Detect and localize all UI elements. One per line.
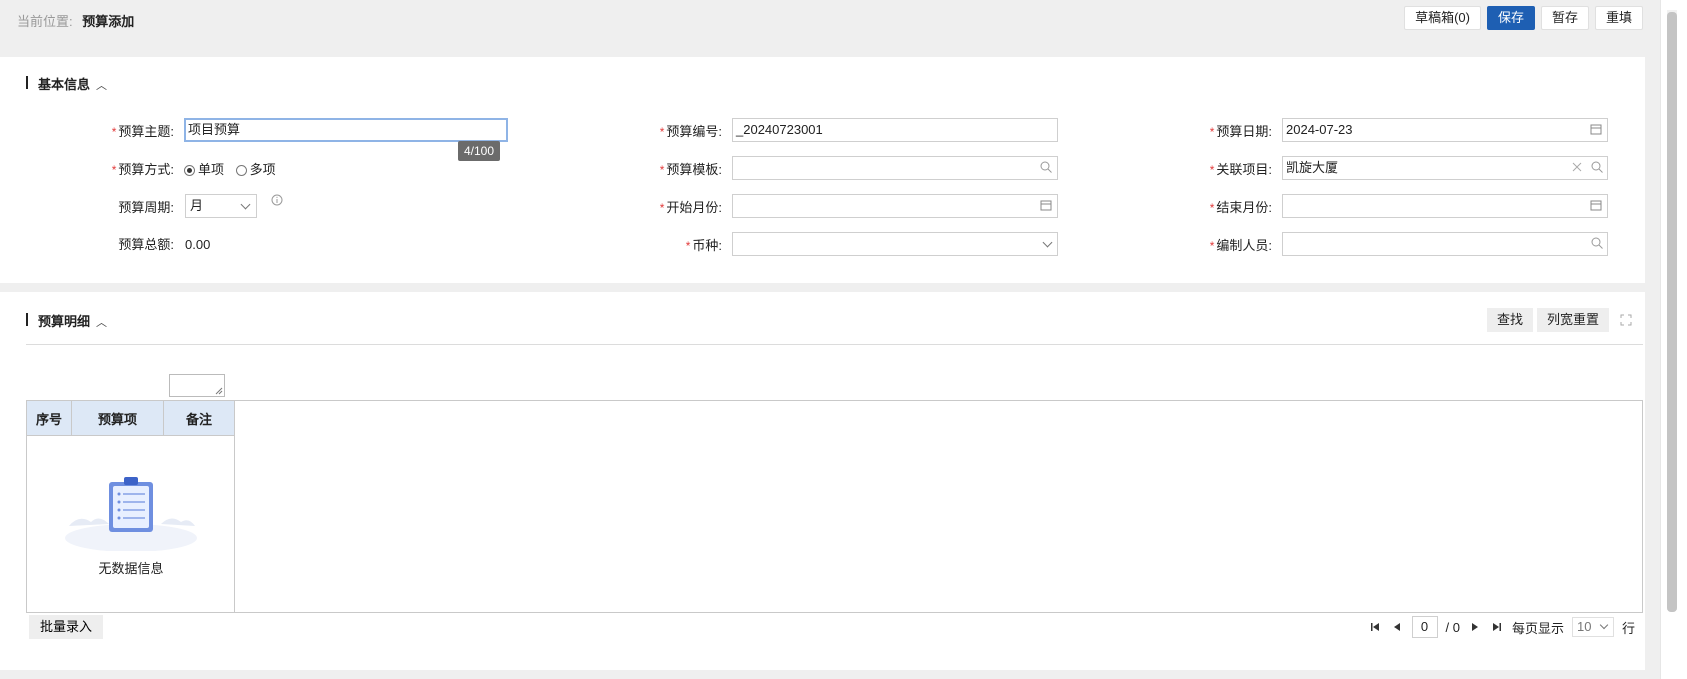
basic-info-title: 基本信息 xyxy=(38,77,91,92)
save-button[interactable]: 保存 xyxy=(1486,6,1535,30)
start-month-label: * 开始月份: xyxy=(659,200,722,215)
calendar-icon[interactable] xyxy=(1590,123,1602,135)
collapse-caret-icon[interactable]: ︿ xyxy=(96,80,107,92)
find-button[interactable]: 查找 xyxy=(1487,308,1534,332)
section-divider xyxy=(26,344,1643,345)
budget-date-input[interactable]: 2024-07-23 xyxy=(1282,118,1608,142)
draft-box-button[interactable]: 草稿箱(0) xyxy=(1404,6,1481,30)
prev-page-icon[interactable] xyxy=(1390,620,1404,634)
number-label: * 预算编号: xyxy=(659,124,722,139)
search-icon[interactable] xyxy=(1591,161,1603,173)
empty-state: 无数据信息 xyxy=(27,436,235,613)
subject-input[interactable]: 项目预算 xyxy=(184,118,508,142)
subject-label: * 预算主题: xyxy=(111,124,174,139)
mode-radio-group: 单项 多项 xyxy=(184,158,284,182)
radio-single[interactable]: 单项 xyxy=(184,158,224,182)
start-month-input[interactable] xyxy=(732,194,1058,218)
editor-input[interactable] xyxy=(1282,232,1608,256)
calendar-icon[interactable] xyxy=(1040,199,1052,211)
first-page-icon[interactable] xyxy=(1368,620,1382,634)
chevron-down-icon xyxy=(1599,620,1609,630)
total-label: 预算总额: xyxy=(118,237,174,252)
last-page-icon[interactable] xyxy=(1490,620,1504,634)
radio-multiple-dot[interactable] xyxy=(235,164,247,176)
detail-title: 预算明细 xyxy=(38,314,91,329)
column-header-index[interactable]: 序号 xyxy=(27,401,72,436)
fullscreen-icon[interactable] xyxy=(1620,314,1632,326)
detail-table: 序号 预算项 备注 无数据信息 xyxy=(26,400,1643,613)
char-counter-tooltip: 4/100 xyxy=(458,141,501,161)
radio-single-dot[interactable] xyxy=(184,164,195,176)
basic-info-panel: 基本信息 ︿ * 预算主题: 项目预算 4/100 * 预算编号: _20240723… xyxy=(0,57,1645,283)
chevron-down-icon xyxy=(240,199,251,210)
top-bar: 当前位置: 预算添加 草稿箱(0) 保存 暂存 重填 xyxy=(0,0,1660,56)
temp-save-button[interactable]: 暂存 xyxy=(1540,6,1589,30)
page-total: / 0 xyxy=(1445,619,1460,635)
reset-button[interactable]: 重填 xyxy=(1594,6,1643,30)
budget-number-input[interactable]: _20240723001 xyxy=(732,118,1058,142)
toolbar: 草稿箱(0) 保存 暂存 重填 xyxy=(1404,6,1643,30)
project-input[interactable]: 凯旋大厦 xyxy=(1282,156,1608,180)
page-scrollbar[interactable] xyxy=(1660,0,1687,679)
reset-column-width-button[interactable]: 列宽重置 xyxy=(1537,308,1610,332)
page-size-select[interactable]: 10 xyxy=(1571,617,1614,637)
resizable-textarea[interactable] xyxy=(169,374,225,397)
end-month-input[interactable] xyxy=(1282,194,1608,218)
period-select[interactable]: 月 xyxy=(185,194,257,218)
scrollbar-thumb[interactable] xyxy=(1667,12,1677,612)
breadcrumb-label: 当前位置: xyxy=(17,14,73,29)
period-value: 月 xyxy=(190,198,204,213)
resize-grip-icon[interactable] xyxy=(215,387,223,395)
budget-detail-panel: 预算明细 ︿ 查找 列宽重置 序号 预算项 备注 无数据信息 批量录入 0 / … xyxy=(0,292,1645,670)
collapse-caret-icon[interactable]: ︿ xyxy=(96,317,107,329)
period-label: 预算周期: xyxy=(118,200,174,215)
search-icon[interactable] xyxy=(1591,237,1603,249)
detail-section-header[interactable]: 预算明细 ︿ xyxy=(26,311,107,330)
currency-label: * 币种: xyxy=(685,238,722,253)
template-label: * 预算模板: xyxy=(659,162,722,177)
mode-label: * 预算方式: xyxy=(111,162,174,177)
editor-label: * 编制人员: xyxy=(1209,238,1272,253)
page-title: 预算添加 xyxy=(82,14,135,29)
empty-state-text: 无数据信息 xyxy=(98,561,164,576)
end-month-label: * 结束月份: xyxy=(1209,200,1272,215)
per-page-label: 每页显示 xyxy=(1511,620,1564,636)
template-input[interactable] xyxy=(732,156,1058,180)
batch-entry-button[interactable]: 批量录入 xyxy=(29,615,104,639)
total-value: 0.00 xyxy=(185,237,211,252)
radio-multiple[interactable]: 多项 xyxy=(235,158,276,182)
column-header-remark[interactable]: 备注 xyxy=(164,401,235,436)
per-page-unit: 行 xyxy=(1621,620,1635,636)
calendar-icon[interactable] xyxy=(1590,199,1602,211)
basic-info-section-header[interactable]: 基本信息 ︿ xyxy=(26,74,107,93)
table-header: 序号 预算项 备注 xyxy=(27,401,235,436)
breadcrumb: 当前位置: 预算添加 xyxy=(17,11,134,30)
column-header-budget-item[interactable]: 预算项 xyxy=(72,401,164,436)
page-size-value: 10 xyxy=(1576,619,1592,634)
search-icon[interactable] xyxy=(1040,161,1052,173)
clear-icon[interactable] xyxy=(1571,161,1583,173)
info-icon[interactable] xyxy=(271,194,283,206)
pagination: 0 / 0 每页显示 10 行 xyxy=(1368,615,1635,639)
currency-select[interactable] xyxy=(732,232,1058,256)
empty-clipboard-icon xyxy=(65,477,197,551)
project-label: * 关联项目: xyxy=(1209,162,1272,177)
page-number-input[interactable]: 0 xyxy=(1411,616,1438,638)
next-page-icon[interactable] xyxy=(1468,620,1482,634)
date-label: * 预算日期: xyxy=(1209,124,1272,139)
